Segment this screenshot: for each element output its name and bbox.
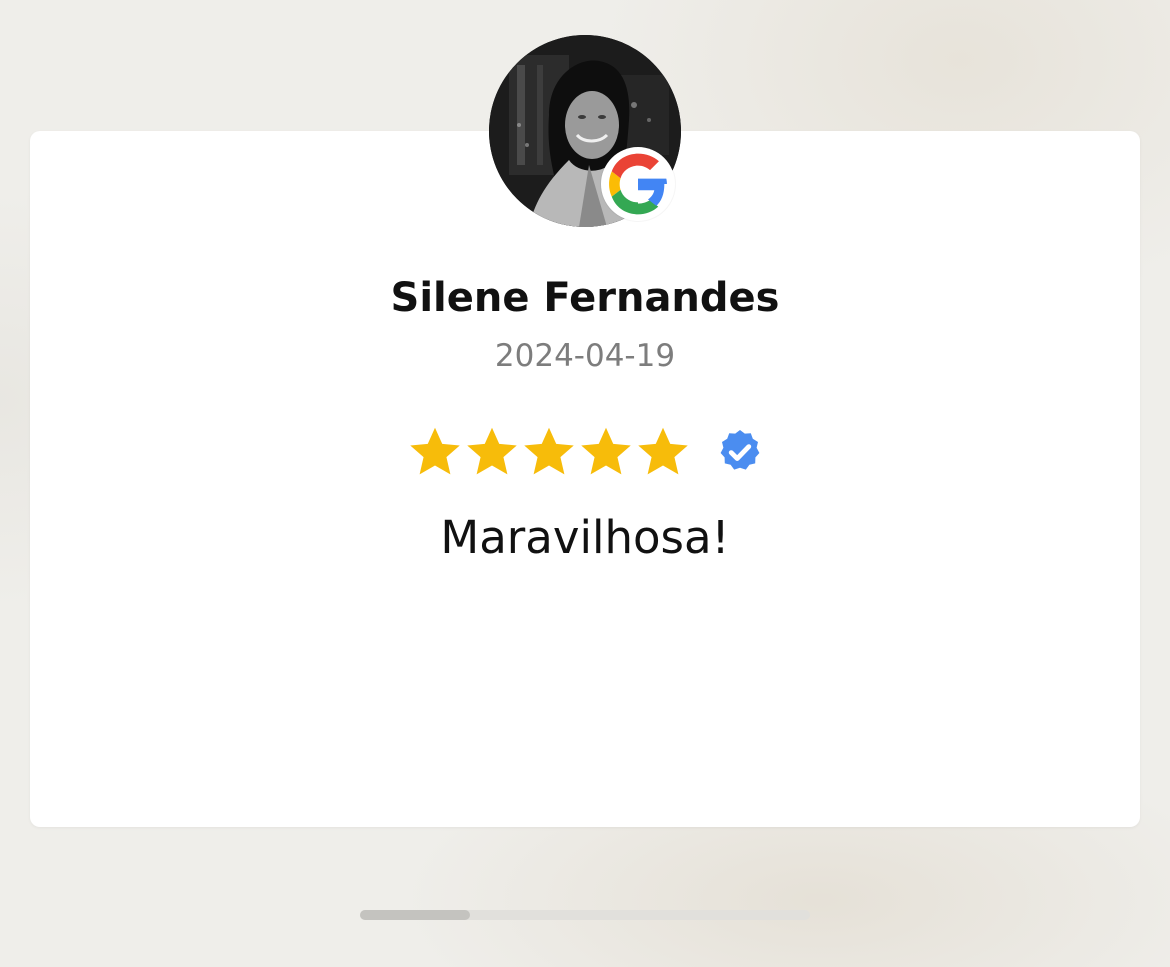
- review-date: 2024-04-19: [494, 338, 676, 374]
- star-icon: [467, 427, 517, 475]
- carousel-scrollbar[interactable]: [360, 910, 810, 920]
- star-rating: [407, 423, 764, 481]
- star-icon: [410, 427, 460, 475]
- verified-check-icon: [720, 430, 760, 470]
- review-text: Maravilhosa!: [440, 511, 730, 564]
- star-icon: [581, 427, 631, 475]
- reviewer-avatar-container: [489, 35, 681, 227]
- carousel-scrollbar-thumb[interactable]: [360, 910, 471, 920]
- star-icon: [524, 427, 574, 475]
- google-badge: [601, 147, 675, 221]
- google-icon: [609, 153, 667, 215]
- star-icon: [638, 427, 688, 475]
- reviewer-name: Silene Fernandes: [390, 275, 780, 321]
